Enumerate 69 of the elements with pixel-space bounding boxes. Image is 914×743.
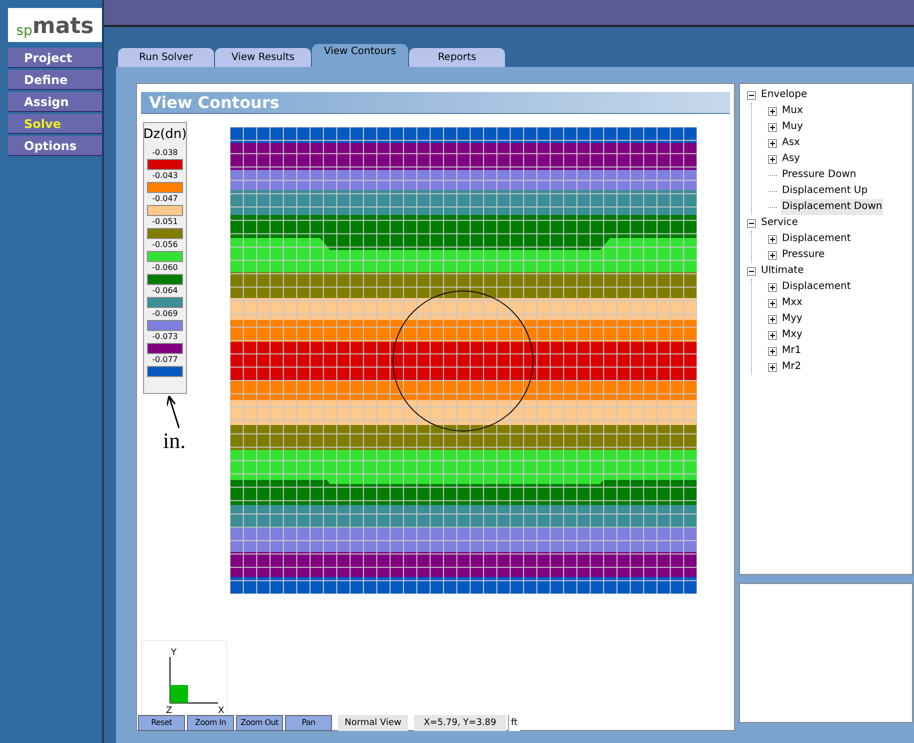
- tab[interactable]: View Results: [215, 48, 311, 67]
- legend-value: -0.073: [152, 330, 178, 342]
- toolbar-button[interactable]: Zoom In: [187, 715, 234, 731]
- logo-name: mats: [32, 16, 94, 38]
- tree-item[interactable]: Mr1: [781, 343, 802, 359]
- collapse-icon[interactable]: [747, 266, 756, 276]
- legend-value: -0.069: [152, 308, 178, 320]
- expand-icon[interactable]: [768, 122, 777, 132]
- legend-value: -0.060: [152, 262, 178, 274]
- tree-item[interactable]: Pressure Down: [781, 167, 858, 183]
- collapse-icon[interactable]: [747, 90, 756, 100]
- logo-prefix: sp: [16, 24, 32, 38]
- tab[interactable]: View Contours: [312, 44, 408, 67]
- collapse-icon[interactable]: [747, 218, 756, 228]
- tree-item[interactable]: Mr2: [781, 359, 802, 375]
- expand-icon[interactable]: [768, 250, 777, 260]
- axis-drawing: [170, 656, 218, 704]
- legend-value: -0.077: [152, 354, 178, 366]
- axis-label: X: [218, 707, 224, 716]
- tree-item[interactable]: Displacement: [781, 231, 852, 247]
- expand-icon[interactable]: [768, 298, 777, 308]
- expand-icon[interactable]: [768, 330, 777, 340]
- tree-item[interactable]: Displacement Up: [781, 183, 869, 199]
- toolbar-button[interactable]: Pan: [285, 715, 332, 731]
- expand-icon[interactable]: [768, 362, 777, 372]
- toolbar-button[interactable]: Zoom Out: [236, 715, 283, 731]
- tree-item[interactable]: Service: [760, 215, 799, 231]
- tree-item[interactable]: Muy: [781, 119, 804, 135]
- tab[interactable]: Reports: [409, 48, 505, 67]
- expand-icon[interactable]: [768, 106, 777, 116]
- arrow-icon: [167, 394, 181, 430]
- toolbar-button[interactable]: Reset: [138, 715, 185, 731]
- tree-item[interactable]: Mxx: [781, 295, 804, 311]
- expand-icon[interactable]: [768, 346, 777, 356]
- legend-value: -0.038: [152, 146, 178, 158]
- tree-item[interactable]: Envelope: [760, 87, 808, 103]
- panel-title: View Contours: [141, 92, 730, 114]
- legend-value: -0.043: [152, 170, 178, 182]
- tree-item[interactable]: Ultimate: [760, 263, 805, 279]
- tab[interactable]: Run Solver: [118, 48, 214, 67]
- tree-item[interactable]: Myy: [781, 311, 804, 327]
- legend-value: -0.056: [152, 238, 178, 250]
- tree-item[interactable]: Mux: [781, 103, 804, 119]
- units-field: ft: [508, 715, 520, 731]
- nav-item[interactable]: Define: [8, 70, 102, 90]
- tree-item[interactable]: Mxy: [781, 327, 804, 343]
- axis-label: Y: [171, 649, 176, 658]
- legend-value: -0.047: [152, 192, 178, 204]
- annotation-label: in.: [163, 430, 186, 452]
- expand-icon[interactable]: [768, 314, 777, 324]
- legend-title: Dz(dn): [143, 126, 187, 144]
- tree-item[interactable]: Asy: [781, 151, 801, 167]
- legend-value: -0.051: [152, 216, 178, 228]
- nav-item[interactable]: Project: [8, 48, 102, 68]
- nav-item[interactable]: Assign: [8, 92, 102, 112]
- tree-item[interactable]: Asx: [781, 135, 801, 151]
- nav-item[interactable]: Options: [8, 136, 102, 156]
- tree-item[interactable]: Displacement Down: [781, 199, 884, 215]
- tree-item[interactable]: Displacement: [781, 279, 852, 295]
- coordinates-field: X=5.79, Y=3.89: [414, 715, 506, 731]
- expand-icon[interactable]: [768, 234, 777, 244]
- tree-item[interactable]: Pressure: [781, 247, 826, 263]
- legend-value: -0.064: [152, 284, 178, 296]
- expand-icon[interactable]: [768, 282, 777, 292]
- nav-item[interactable]: Solve: [8, 114, 102, 134]
- view-mode-field: Normal View: [338, 715, 408, 731]
- axis-label: Z: [166, 707, 172, 716]
- expand-icon[interactable]: [768, 138, 777, 148]
- expand-icon[interactable]: [768, 154, 777, 164]
